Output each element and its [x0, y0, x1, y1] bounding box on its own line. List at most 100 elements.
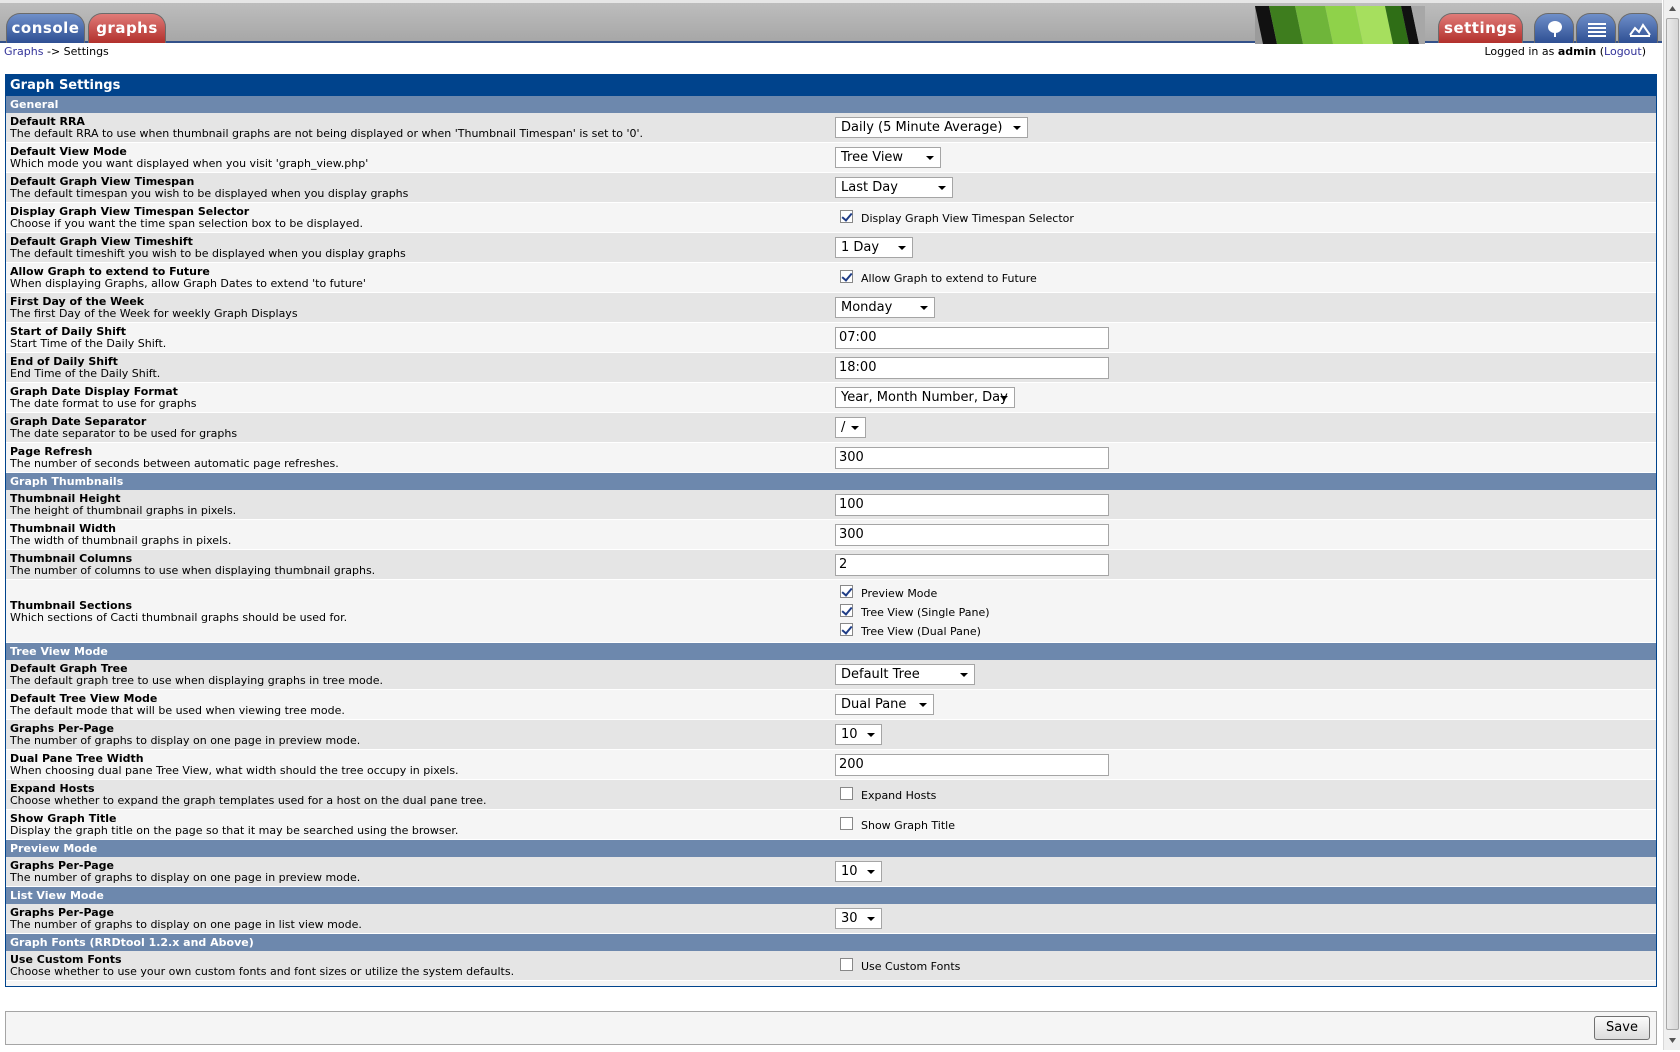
tree-view-tab[interactable]	[1534, 13, 1574, 43]
setting-description: The height of thumbnail graphs in pixels…	[10, 504, 237, 517]
checkbox-label: Show Graph Title	[861, 818, 955, 832]
checkbox-label: Display Graph View Timespan Selector	[861, 211, 1074, 225]
vertical-scrollbar[interactable]	[1663, 0, 1680, 1050]
setting-description: The number of graphs to display on one p…	[10, 734, 361, 747]
setting-thumb-width: Thumbnail Width The width of thumbnail gr…	[6, 520, 1656, 550]
setting-date-format: Graph Date Display Format The date format…	[6, 383, 1656, 413]
date-separator-select[interactable]: /	[835, 417, 866, 438]
setting-description: The number of graphs to display on one p…	[10, 871, 361, 884]
thumb-section-tree-dual-checkbox[interactable]	[840, 623, 853, 636]
setting-expand-hosts: Expand Hosts Choose whether to expand the…	[6, 780, 1656, 810]
setting-default-view-mode: Default View Mode Which mode you want dis…	[6, 143, 1656, 173]
chevron-down-icon	[919, 703, 927, 707]
expand-hosts-checkbox-row[interactable]: Expand Hosts	[835, 784, 936, 803]
setting-description: The default timespan you wish to be disp…	[10, 187, 409, 200]
settings-tab[interactable]: settings	[1438, 13, 1523, 43]
breadcrumb-graphs-link[interactable]: Graphs	[4, 45, 43, 58]
save-button[interactable]: Save	[1594, 1016, 1650, 1040]
timespan-selector-checkbox-row[interactable]: Display Graph View Timespan Selector	[835, 207, 1074, 226]
show-title-checkbox-row[interactable]: Show Graph Title	[835, 814, 955, 833]
graphs-tab[interactable]: graphs	[88, 13, 166, 43]
setting-description: When choosing dual pane Tree View, what …	[10, 764, 459, 777]
tree-view-mode-select[interactable]: Dual Pane	[835, 694, 934, 715]
select-value: /	[841, 420, 846, 435]
custom-fonts-checkbox[interactable]	[840, 958, 853, 971]
console-tab[interactable]: console	[6, 13, 85, 43]
first-weekday-select[interactable]: Monday	[835, 297, 935, 318]
setting-tree-view-mode: Default Tree View Mode The default mode t…	[6, 690, 1656, 720]
tree-per-page-select[interactable]: 10	[835, 724, 882, 745]
thumb-section-tree-single-row[interactable]: Tree View (Single Pane)	[835, 601, 990, 620]
setting-thumb-columns: Thumbnail Columns The number of columns t…	[6, 550, 1656, 580]
section-list-view-mode: List View Mode	[6, 887, 1656, 904]
graph-settings-panel: Graph Settings General Default RRA The de…	[5, 74, 1657, 987]
thumb-section-tree-dual-row[interactable]: Tree View (Dual Pane)	[835, 620, 990, 639]
setting-default-timespan: Default Graph View Timespan The default t…	[6, 173, 1656, 203]
thumb-section-tree-single-checkbox[interactable]	[840, 604, 853, 617]
extend-future-checkbox[interactable]	[840, 270, 853, 283]
scroll-thumb[interactable]	[1666, 18, 1679, 1030]
list-view-tab[interactable]	[1576, 13, 1616, 43]
thumb-height-input[interactable]: 100	[835, 494, 1109, 516]
default-view-mode-select[interactable]: Tree View	[835, 147, 941, 168]
custom-fonts-checkbox-row[interactable]: Use Custom Fonts	[835, 955, 960, 974]
logout-link[interactable]: Logout	[1604, 45, 1642, 58]
setting-description: The width of thumbnail graphs in pixels.	[10, 534, 232, 547]
section-preview-mode: Preview Mode	[6, 840, 1656, 857]
breadcrumb-separator: ->	[46, 45, 61, 58]
top-navigation-bar: console graphs settings	[0, 0, 1662, 44]
setting-thumb-height: Thumbnail Height The height of thumbnail …	[6, 490, 1656, 520]
cacti-logo-graphic	[1255, 6, 1425, 44]
preview-per-page-select[interactable]: 10	[835, 861, 882, 882]
default-timeshift-select[interactable]: 1 Day	[835, 237, 913, 258]
default-timespan-select[interactable]: Last Day	[835, 177, 953, 198]
setting-tree-width: Dual Pane Tree Width When choosing dual p…	[6, 750, 1656, 780]
expand-hosts-checkbox[interactable]	[840, 787, 853, 800]
date-format-select[interactable]: Year, Month Number, Day	[835, 387, 1015, 408]
section-general: General	[6, 96, 1656, 113]
checkbox-label: Tree View (Dual Pane)	[861, 624, 981, 638]
thumb-columns-input[interactable]: 2	[835, 554, 1109, 576]
shift-start-input[interactable]: 07:00	[835, 327, 1109, 349]
setting-description: Display the graph title on the page so t…	[10, 824, 459, 837]
show-title-checkbox[interactable]	[840, 817, 853, 830]
thumb-section-preview-row[interactable]: Preview Mode	[835, 582, 990, 601]
shift-end-input[interactable]: 18:00	[835, 357, 1109, 379]
preview-tab[interactable]	[1618, 13, 1658, 43]
scroll-up-arrow[interactable]	[1664, 0, 1680, 17]
setting-description: The number of graphs to display on one p…	[10, 918, 362, 931]
checkbox-label: Use Custom Fonts	[861, 959, 961, 973]
extend-future-checkbox-row[interactable]: Allow Graph to extend to Future	[835, 267, 1037, 286]
setting-default-tree: Default Graph Tree The default graph tree…	[6, 660, 1656, 690]
chevron-down-icon	[867, 733, 875, 737]
login-prefix: Logged in as	[1484, 45, 1555, 58]
default-tree-select[interactable]: Default Tree	[835, 664, 975, 685]
chevron-down-icon	[1013, 126, 1021, 130]
thumb-width-input[interactable]: 300	[835, 524, 1109, 546]
page-refresh-input[interactable]: 300	[835, 447, 1109, 469]
thumb-section-preview-checkbox[interactable]	[840, 585, 853, 598]
list-per-page-select[interactable]: 30	[835, 908, 882, 929]
setting-thumb-sections: Thumbnail Sections Which sections of Cact…	[6, 580, 1656, 643]
login-info: Logged in as admin (Logout)	[1484, 45, 1646, 58]
tree-width-input[interactable]: 200	[835, 754, 1109, 776]
chevron-down-icon	[898, 246, 906, 250]
setting-description: Choose whether to expand the graph templ…	[10, 794, 487, 807]
setting-description: Choose whether to use your own custom fo…	[10, 965, 515, 978]
timespan-selector-checkbox[interactable]	[840, 210, 853, 223]
setting-description: The date separator to be used for graphs	[10, 427, 238, 440]
select-value: Year, Month Number, Day	[841, 390, 1008, 405]
checkbox-label: Preview Mode	[861, 586, 938, 600]
default-rra-select[interactable]: Daily (5 Minute Average)	[835, 117, 1028, 138]
setting-tree-per-page: Graphs Per-Page The number of graphs to d…	[6, 720, 1656, 750]
section-tree-view-mode: Tree View Mode	[6, 643, 1656, 660]
setting-extend-future: Allow Graph to extend to Future When disp…	[6, 263, 1656, 293]
preview-icon	[1629, 23, 1651, 37]
setting-description: Choose if you want the time span selecti…	[10, 217, 363, 230]
scroll-down-arrow[interactable]	[1664, 1032, 1680, 1049]
select-value: Tree View	[841, 150, 904, 165]
setting-description: Which sections of Cacti thumbnail graphs…	[10, 611, 348, 624]
checkbox-label: Allow Graph to extend to Future	[861, 271, 1037, 285]
checkbox-label: Tree View (Single Pane)	[861, 605, 990, 619]
setting-description: Start Time of the Daily Shift.	[10, 337, 167, 350]
